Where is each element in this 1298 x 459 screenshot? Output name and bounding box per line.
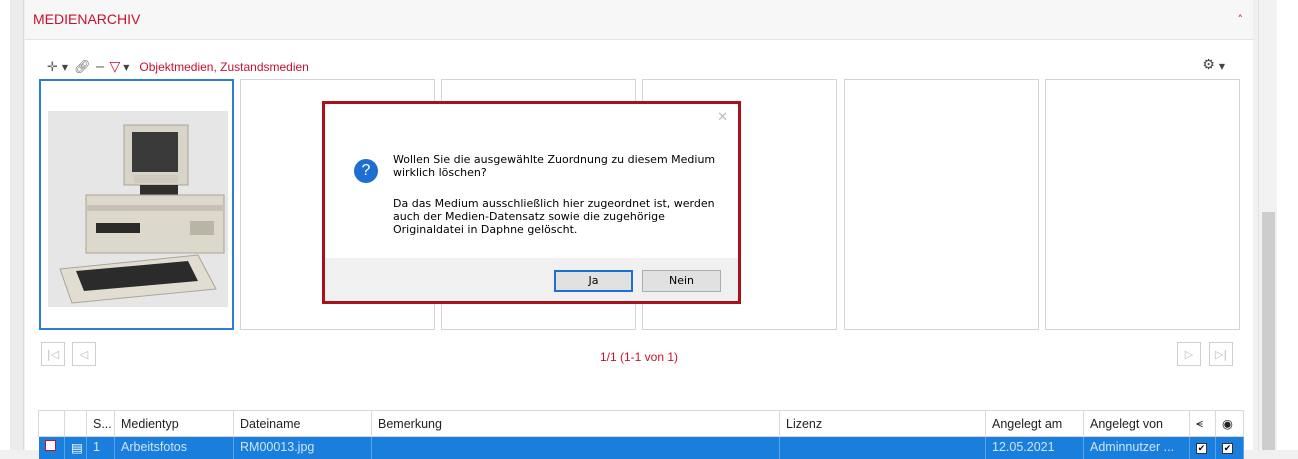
media-tile-1[interactable] bbox=[39, 79, 234, 330]
row-marker-icon[interactable] bbox=[44, 440, 56, 451]
cell-share[interactable]: ✔ bbox=[1189, 436, 1216, 459]
row-type-cell: ▤ bbox=[64, 436, 87, 459]
panel-header[interactable]: MEDIENARCHIV ˄ bbox=[25, 0, 1253, 40]
media-table: S... Medientyp Dateiname Bemerkung Lizen… bbox=[38, 410, 1244, 459]
question-icon: ? bbox=[354, 159, 378, 183]
dialog-info-text: Da das Medium ausschließlich hier zugeor… bbox=[393, 197, 715, 236]
cell-dateiname: RM00013.jpg bbox=[233, 436, 372, 459]
column-header-bemerkung[interactable]: Bemerkung bbox=[371, 410, 780, 437]
column-header-medientyp[interactable]: Medientyp bbox=[114, 410, 234, 437]
column-header-sort[interactable]: S... bbox=[86, 410, 115, 437]
settings-menu[interactable]: ⚙ ▼ bbox=[1202, 57, 1231, 73]
window-background bbox=[0, 0, 10, 450]
cell-angelegt-am: 12.05.2021 bbox=[985, 436, 1084, 459]
media-thumbnail[interactable] bbox=[48, 111, 228, 307]
dialog-question-text: Wollen Sie die ausgewählte Zuordnung zu … bbox=[393, 153, 716, 179]
active-filter-text[interactable]: Objektmedien, Zustandsmedien bbox=[139, 60, 308, 74]
column-header-visible[interactable]: ◉ bbox=[1215, 410, 1244, 437]
media-tile-6[interactable] bbox=[1045, 79, 1240, 330]
table-row[interactable]: ▤ 1 Arbeitsfotos RM00013.jpg 12.05.2021 … bbox=[38, 436, 1244, 459]
visible-checkbox[interactable]: ✔ bbox=[1222, 443, 1233, 454]
panel-title: MEDIENARCHIV bbox=[33, 11, 141, 27]
cell-visible[interactable]: ✔ bbox=[1215, 436, 1244, 459]
cell-s: 1 bbox=[86, 436, 115, 459]
column-header-select[interactable] bbox=[38, 410, 65, 437]
share-icon: ⪪ bbox=[1196, 416, 1204, 430]
cell-angelegt-von: Adminnutzer ... bbox=[1083, 436, 1190, 459]
cell-bemerkung bbox=[371, 436, 780, 459]
filter-dropdown-caret-icon[interactable]: ▼ bbox=[123, 63, 129, 72]
media-tile-5[interactable] bbox=[844, 79, 1039, 330]
remove-icon[interactable]: − bbox=[95, 60, 106, 75]
link-icon[interactable]: 🔗︎ bbox=[74, 60, 91, 75]
add-icon[interactable]: ✛ bbox=[47, 60, 58, 75]
column-header-angelegt-von[interactable]: Angelegt von bbox=[1083, 410, 1190, 437]
share-checkbox[interactable]: ✔ bbox=[1196, 443, 1207, 454]
dialog-button-bar: Ja Nein bbox=[325, 258, 738, 301]
left-gutter bbox=[10, 0, 24, 450]
computer-photo-image bbox=[48, 111, 228, 307]
cell-medientyp: Arbeitsfotos bbox=[114, 436, 234, 459]
collapse-chevron-icon[interactable]: ˄ bbox=[1238, 13, 1244, 26]
yes-button[interactable]: Ja bbox=[554, 270, 633, 292]
scrollbar-thumb[interactable] bbox=[1262, 212, 1275, 450]
column-header-dateiname[interactable]: Dateiname bbox=[233, 410, 372, 437]
column-header-type-icon[interactable] bbox=[64, 410, 87, 437]
close-icon[interactable]: ✕ bbox=[717, 110, 728, 125]
window-background-right bbox=[1277, 0, 1298, 450]
next-page-icon[interactable]: ▷ bbox=[1177, 342, 1201, 366]
vertical-scrollbar[interactable] bbox=[1258, 0, 1277, 450]
confirm-delete-dialog: ✕ ? Wollen Sie die ausgewählte Zuordnung… bbox=[322, 101, 741, 304]
no-button[interactable]: Nein bbox=[642, 270, 721, 292]
last-page-icon[interactable]: ▷| bbox=[1209, 342, 1233, 366]
column-header-lizenz[interactable]: Lizenz bbox=[779, 410, 986, 437]
eye-icon: ◉ bbox=[1222, 417, 1233, 431]
table-header-row: S... Medientyp Dateiname Bemerkung Lizen… bbox=[38, 410, 1244, 437]
media-toolbar: ✛ ▼ 🔗︎ − ▽ ▼ Objektmedien, Zustandsmedie… bbox=[47, 57, 309, 77]
gear-icon[interactable]: ⚙ bbox=[1202, 57, 1215, 73]
cell-lizenz bbox=[779, 436, 986, 459]
filter-icon[interactable]: ▽ bbox=[109, 59, 120, 75]
column-header-share[interactable]: ⪪ bbox=[1189, 410, 1216, 437]
settings-dropdown-caret-icon[interactable]: ▼ bbox=[1219, 62, 1225, 71]
pagination-status: 1/1 (1-1 von 1) bbox=[599, 350, 679, 364]
document-icon: ▤ bbox=[71, 441, 83, 455]
add-dropdown-caret-icon[interactable]: ▼ bbox=[62, 63, 68, 72]
column-header-angelegt-am[interactable]: Angelegt am bbox=[985, 410, 1084, 437]
row-select-cell[interactable] bbox=[38, 436, 65, 459]
